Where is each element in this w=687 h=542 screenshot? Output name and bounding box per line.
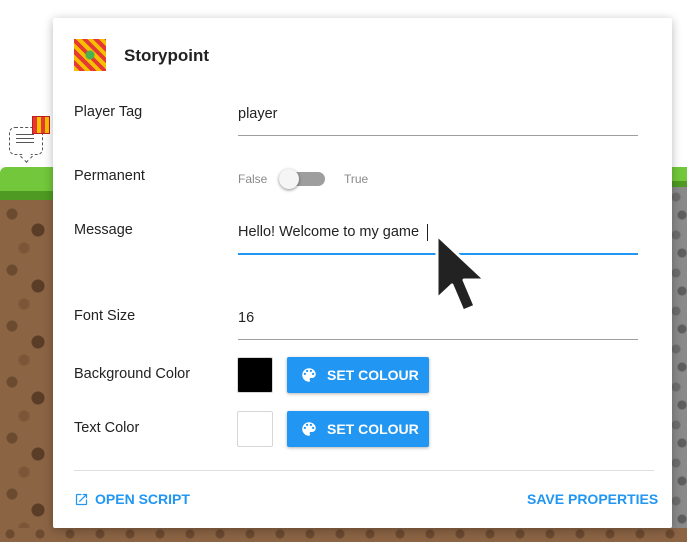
footer-divider — [74, 470, 654, 471]
message-label: Message — [74, 222, 133, 238]
toggle-false-label: False — [238, 172, 268, 186]
message-input[interactable]: Hello! Welcome to my game — [238, 224, 419, 240]
text-color-swatch[interactable] — [237, 411, 273, 447]
set-text-colour-button[interactable]: SET COLOUR — [287, 411, 429, 447]
permanent-toggle[interactable] — [279, 169, 325, 189]
open-external-icon — [75, 493, 88, 505]
palette-icon — [300, 420, 318, 438]
toggle-knob[interactable] — [279, 169, 299, 189]
font-size-label: Font Size — [74, 308, 136, 324]
dialog-title: Storypoint — [124, 46, 209, 65]
storypoint-properties-dialog: Storypoint Player Tag player Permanent F… — [53, 18, 672, 528]
palette-icon — [300, 366, 318, 384]
text-caret — [427, 224, 428, 241]
background-color-swatch[interactable] — [237, 357, 273, 393]
dirt-tile — [0, 200, 60, 542]
background-color-label: Background Color — [74, 366, 191, 382]
font-size-underline — [238, 339, 638, 340]
player-tag-underline — [238, 135, 638, 136]
permanent-label: Permanent — [74, 168, 145, 184]
font-size-input[interactable]: 16 — [238, 310, 254, 326]
player-tag-input[interactable]: player — [238, 106, 278, 122]
text-color-label: Text Color — [74, 420, 140, 436]
set-colour-label: SET COLOUR — [327, 421, 419, 437]
open-script-label: OPEN SCRIPT — [95, 491, 190, 507]
open-script-button[interactable]: OPEN SCRIPT — [74, 491, 190, 507]
toggle-true-label: True — [344, 172, 369, 186]
player-tag-label: Player Tag — [74, 104, 143, 120]
set-colour-label: SET COLOUR — [327, 367, 419, 383]
mouse-pointer-icon — [433, 231, 495, 326]
dirt-floor — [0, 528, 687, 542]
storypoint-sprite-icon — [74, 39, 106, 71]
text-lines-icon — [16, 134, 34, 146]
storypoint-sprite-icon[interactable] — [32, 116, 50, 134]
save-properties-button[interactable]: SAVE PROPERTIES — [527, 491, 658, 507]
set-background-colour-button[interactable]: SET COLOUR — [287, 357, 429, 393]
